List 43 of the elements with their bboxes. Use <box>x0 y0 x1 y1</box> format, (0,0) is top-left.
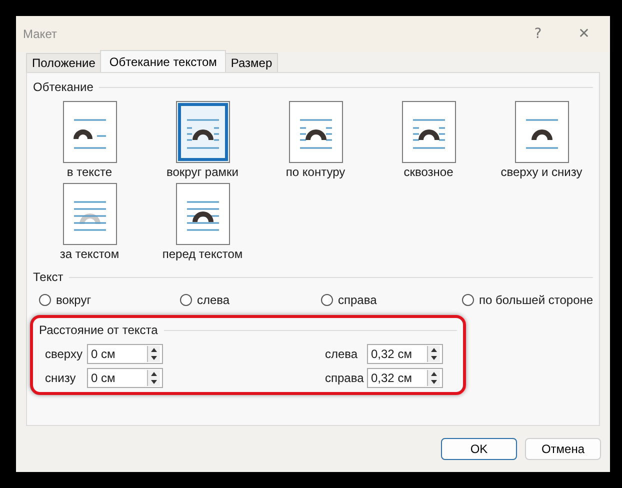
help-button[interactable]: ? <box>518 19 558 49</box>
radio-option[interactable]: слева <box>180 289 321 311</box>
wrap-option-label: сверху и снизу <box>500 165 582 181</box>
radio-option[interactable]: по большей стороне <box>462 289 603 311</box>
wrap-option[interactable] <box>176 101 230 163</box>
spin-arrows-icon[interactable] <box>427 370 440 386</box>
window-title: Макет <box>23 27 58 41</box>
radio-option[interactable]: вокруг <box>39 289 180 311</box>
wrap-option-label: сквозное <box>404 165 454 181</box>
spin-field[interactable]: 0 см <box>87 368 163 388</box>
tab[interactable]: Обтекание текстом <box>100 50 226 72</box>
field-label: слева <box>325 347 359 361</box>
wrap-option[interactable] <box>62 101 116 163</box>
field-label: сверху <box>45 347 81 361</box>
wrap-option-label: в тексте <box>66 165 112 181</box>
spin-arrows-icon[interactable] <box>427 346 440 362</box>
spin-field[interactable]: 0 см <box>87 344 163 364</box>
radio-button[interactable] <box>39 294 51 306</box>
radio-option[interactable]: справа <box>321 289 462 311</box>
radio-button[interactable] <box>180 294 192 306</box>
cancel-button[interactable]: Отмена <box>525 438 601 460</box>
wrap-option[interactable] <box>288 101 342 163</box>
field-label: снизу <box>45 371 77 385</box>
radio-button[interactable] <box>462 294 474 306</box>
group-title: Расстояние от текста <box>39 323 158 337</box>
tab[interactable]: Размер <box>224 53 278 72</box>
tab[interactable]: Положение <box>26 53 102 72</box>
group-title: Текст <box>33 270 64 284</box>
spin-arrows-icon[interactable] <box>147 370 160 386</box>
spin-field[interactable]: 0,32 см <box>367 368 443 388</box>
spin-field[interactable]: 0,32 см <box>367 344 443 364</box>
wrap-option-label: вокруг рамки <box>166 165 238 181</box>
group-title: Обтекание <box>33 80 94 94</box>
wrap-option[interactable] <box>176 183 230 245</box>
wrap-option[interactable] <box>402 101 456 163</box>
radio-button[interactable] <box>321 294 333 306</box>
ok-button[interactable]: OK <box>441 438 517 460</box>
close-button[interactable]: ✕ <box>564 19 604 49</box>
wrap-option-label: за текстом <box>60 247 120 263</box>
wrap-option[interactable] <box>514 101 568 163</box>
spin-arrows-icon[interactable] <box>147 346 160 362</box>
wrap-option-label: перед текстом <box>162 247 243 263</box>
wrap-option-label: по контуру <box>286 165 346 181</box>
